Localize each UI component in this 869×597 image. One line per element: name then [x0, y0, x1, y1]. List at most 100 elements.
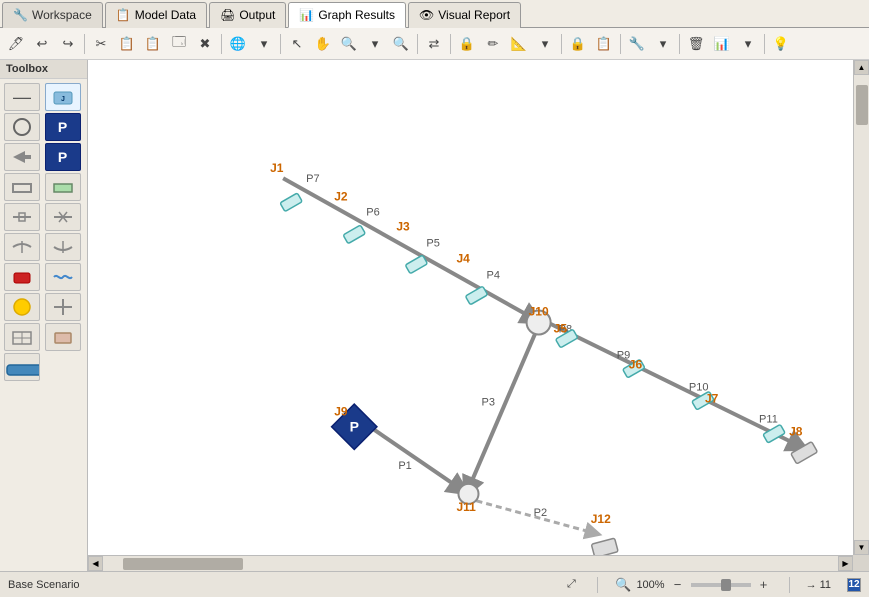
window-button[interactable]: 🗔 [167, 32, 191, 56]
graph-results-icon: 📊 [299, 8, 314, 22]
scroll-left-button[interactable]: ◀ [88, 556, 103, 571]
undo-button[interactable]: ↩ [30, 32, 54, 56]
sep4 [417, 34, 418, 54]
cut-button[interactable]: ✂ [89, 32, 113, 56]
delete-button[interactable]: ✖ [193, 32, 217, 56]
svg-text:J11: J11 [456, 500, 476, 514]
clip-button[interactable]: 📋 [592, 32, 616, 56]
tool-rect2[interactable] [45, 173, 81, 201]
workspace-icon: 🔧 [13, 8, 28, 22]
tool-pump[interactable]: P [45, 113, 81, 141]
svg-text:P5: P5 [426, 237, 439, 249]
scroll-down-button[interactable]: ▼ [854, 540, 869, 555]
settings-button[interactable]: 🔧 [625, 32, 649, 56]
tool-fitting2[interactable] [45, 233, 81, 261]
measure-button[interactable]: 📐 [507, 32, 531, 56]
tool-rect1[interactable] [4, 173, 40, 201]
tool-diamond[interactable]: P [45, 143, 81, 171]
zoom-slider[interactable] [691, 583, 751, 587]
sep6 [561, 34, 562, 54]
zoom-slider-thumb[interactable] [721, 579, 731, 591]
tab-visual-report[interactable]: 👁 Visual Report [408, 2, 521, 28]
graph-results-label: Graph Results [318, 8, 395, 22]
tool-cross[interactable] [45, 293, 81, 321]
tool-fitting1[interactable] [4, 233, 40, 261]
tool-junction[interactable]: J [45, 83, 81, 111]
svg-text:P1: P1 [398, 460, 411, 472]
canvas-svg: P7 P6 P5 P4 P8 P9 P10 P11 P3 P1 P2 [88, 60, 869, 571]
scroll-track-v[interactable] [855, 75, 869, 540]
tool-wave[interactable] [45, 263, 81, 291]
redo-button[interactable]: ↪ [56, 32, 80, 56]
count1-value: 11 [820, 579, 831, 591]
count1-badge: → 11 [806, 579, 831, 591]
zoom-in-button[interactable]: 🔍 [614, 576, 632, 594]
tool-arrow[interactable] [4, 143, 40, 171]
tool-pipe[interactable]: — [4, 83, 40, 111]
tool-valve2[interactable] [45, 203, 81, 231]
svg-text:J1: J1 [270, 161, 284, 175]
sep7 [620, 34, 621, 54]
scroll-track-h[interactable] [103, 557, 838, 571]
fit-button[interactable]: ⤢ [561, 575, 581, 595]
tool-circle[interactable] [4, 113, 40, 141]
workspace-label: Workspace [32, 8, 92, 22]
zoom-control: 🔍 100% − + [614, 576, 772, 594]
horizontal-scrollbar[interactable]: ◀ ▶ [88, 555, 853, 571]
toolbox-header: Toolbox [0, 60, 87, 79]
lock-button[interactable]: 🔒 [455, 32, 479, 56]
sep8 [679, 34, 680, 54]
dropdown1-button[interactable]: ▾ [252, 32, 276, 56]
tool-grid[interactable] [4, 323, 40, 351]
scroll-up-button[interactable]: ▲ [854, 60, 869, 75]
paste-button[interactable]: 📋 [141, 32, 165, 56]
sep5 [450, 34, 451, 54]
measure-dropdown-button[interactable]: ▾ [533, 32, 557, 56]
svg-text:J9: J9 [334, 405, 348, 419]
edit-button[interactable]: ✏ [481, 32, 505, 56]
search-button[interactable]: 🔍 [389, 32, 413, 56]
trash-button[interactable]: 🗑 [684, 32, 708, 56]
main-layout: Toolbox — J P P [0, 60, 869, 571]
tool-yellow[interactable] [4, 293, 40, 321]
zoom-button[interactable]: 🔍 [337, 32, 361, 56]
tab-model-data[interactable]: 📋 Model Data [105, 2, 207, 28]
tool-tray[interactable] [4, 353, 40, 381]
svg-text:P6: P6 [366, 206, 379, 218]
svg-text:P4: P4 [487, 269, 500, 281]
zoom-plus-button[interactable]: + [755, 576, 773, 594]
zoom-minus-button[interactable]: − [669, 576, 687, 594]
scroll-right-button[interactable]: ▶ [838, 556, 853, 571]
zoom-level: 100% [636, 579, 664, 591]
copy-button[interactable]: 📋 [115, 32, 139, 56]
zoom-dropdown-button[interactable]: ▾ [363, 32, 387, 56]
sep3 [280, 34, 281, 54]
svg-text:J10: J10 [529, 305, 549, 319]
tab-graph-results[interactable]: 📊 Graph Results [288, 2, 406, 28]
tool-valve1[interactable] [4, 203, 40, 231]
tab-output[interactable]: 🖨 Output [209, 2, 286, 28]
sep9 [764, 34, 765, 54]
pan-button[interactable]: ✋ [311, 32, 335, 56]
swap-button[interactable]: ⇄ [422, 32, 446, 56]
vertical-scrollbar[interactable]: ▲ ▼ [853, 60, 869, 555]
settings-dropdown-button[interactable]: ▾ [651, 32, 675, 56]
canvas-area[interactable]: P7 P6 P5 P4 P8 P9 P10 P11 P3 P1 P2 [88, 60, 869, 571]
select-button[interactable]: ↖ [285, 32, 309, 56]
scroll-thumb-v[interactable] [856, 85, 868, 125]
scroll-thumb-h[interactable] [123, 558, 243, 570]
lock2-button[interactable]: 🔒 [566, 32, 590, 56]
tab-workspace[interactable]: 🔧 Workspace [2, 2, 103, 28]
count2-badge: 12 [847, 578, 861, 592]
globe-button[interactable]: 🌐 [226, 32, 250, 56]
chart-button[interactable]: 📊 [710, 32, 734, 56]
model-data-label: Model Data [135, 8, 196, 22]
svg-text:P2: P2 [534, 507, 547, 519]
chart-dropdown-button[interactable]: ▾ [736, 32, 760, 56]
visual-report-icon: 👁 [419, 8, 434, 22]
svg-text:J5: J5 [554, 322, 568, 336]
new-button[interactable]: 🖊 [4, 32, 28, 56]
bulb-button[interactable]: 💡 [769, 32, 793, 56]
tool-rect3[interactable] [45, 323, 81, 351]
tool-red[interactable] [4, 263, 40, 291]
